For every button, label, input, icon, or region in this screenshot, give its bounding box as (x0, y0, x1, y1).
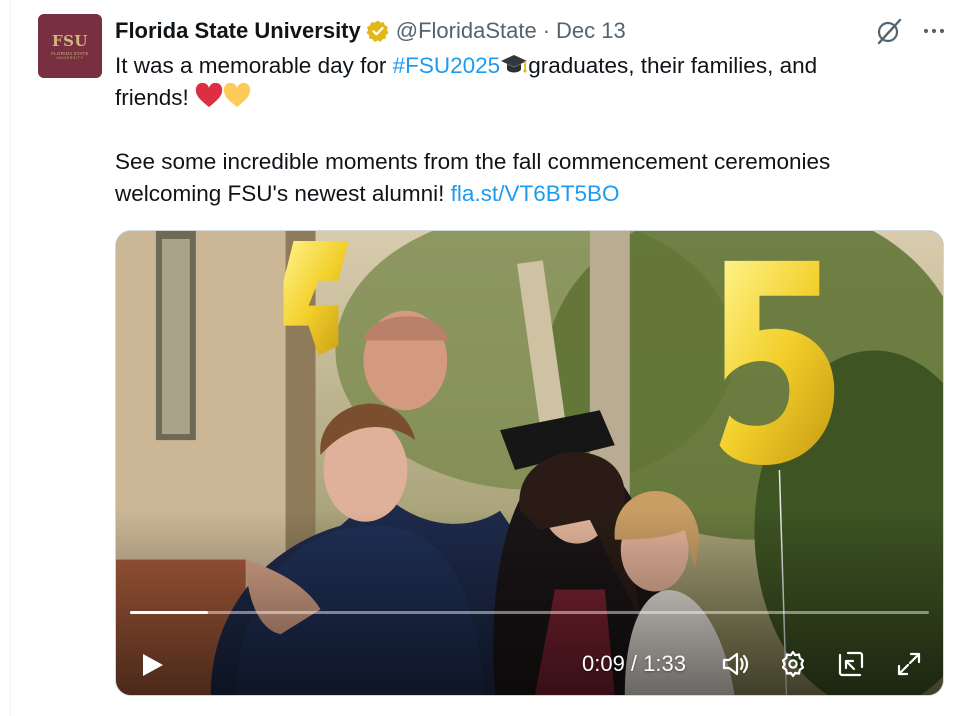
play-icon[interactable] (138, 651, 166, 679)
tweet-header: Florida State University @FloridaState ·… (115, 16, 626, 46)
tweet-text-segment: welcoming FSU's newest alumni! (115, 181, 451, 206)
video-player[interactable]: 0:09 / 1:33 (115, 230, 944, 696)
video-controls: 0:09 / 1:33 (116, 649, 943, 679)
hashtag-link[interactable]: #FSU2025 (393, 53, 501, 78)
tweet-line-1: It was a memorable day for #FSU2025 gradu… (115, 50, 935, 82)
popout-icon[interactable] (836, 649, 866, 679)
tweet-line-2: friends! (115, 82, 935, 114)
video-progress-bar[interactable] (130, 611, 929, 614)
more-icon[interactable] (922, 19, 946, 43)
avatar-logo-text: FSU (51, 31, 89, 50)
header-separator: · (542, 18, 551, 43)
tweet-date[interactable]: Dec 13 (556, 18, 626, 44)
tweet-line-4: welcoming FSU's newest alumni! fla.st/VT… (115, 178, 935, 210)
yellow-heart-icon (223, 83, 251, 107)
graduation-cap-icon (501, 55, 528, 73)
video-frame (116, 231, 943, 695)
grok-icon[interactable] (874, 16, 904, 46)
red-heart-icon (195, 83, 223, 107)
external-link[interactable]: fla.st/VT6BT5BO (451, 181, 620, 206)
avatar[interactable]: FSU FLORIDA STATE UNIVERSITY (38, 14, 102, 78)
video-progress-fill (130, 611, 209, 614)
tweet-text-segment: It was a memorable day for (115, 53, 393, 78)
account-name[interactable]: Florida State University (115, 18, 361, 44)
tweet-line-3: See some incredible moments from the fal… (115, 149, 831, 174)
tweet-text: It was a memorable day for #FSU2025 gradu… (115, 50, 935, 210)
account-handle[interactable]: @FloridaState (396, 18, 537, 44)
tweet-text-segment: graduates, their families, and (528, 53, 818, 78)
video-time: 0:09 / 1:33 (582, 651, 686, 676)
avatar-logo-subtext-2: UNIVERSITY (56, 55, 84, 60)
fullscreen-icon[interactable] (894, 649, 924, 679)
tweet-text-segment: friends! (115, 85, 196, 110)
timeline-divider (10, 0, 11, 716)
tweet-actions-top (874, 16, 946, 46)
settings-icon[interactable] (778, 649, 808, 679)
verified-badge-icon[interactable] (366, 19, 390, 43)
volume-icon[interactable] (720, 649, 750, 679)
